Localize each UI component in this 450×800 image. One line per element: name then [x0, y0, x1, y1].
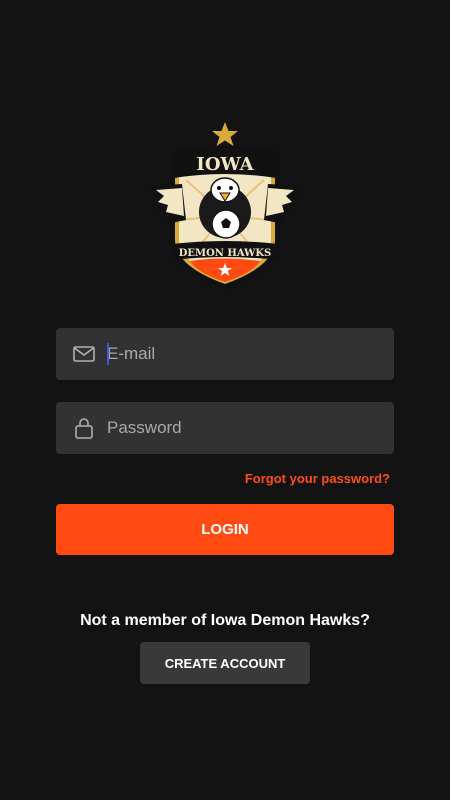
star-icon: [212, 122, 238, 146]
logo-bottom-text: DEMON HAWKS: [179, 248, 272, 259]
password-input[interactable]: [107, 402, 377, 454]
password-field-container: [56, 402, 394, 454]
login-button[interactable]: LOGIN: [56, 504, 394, 555]
forgot-password-link[interactable]: Forgot your password?: [245, 471, 390, 486]
text-caret: [107, 343, 109, 365]
team-logo: IOWA DEMON HAWKS: [148, 122, 302, 290]
email-input[interactable]: [107, 328, 377, 380]
lock-icon: [75, 418, 93, 439]
signup-prompt: Not a member of Iowa Demon Hawks?: [80, 612, 370, 629]
create-account-button[interactable]: CREATE ACCOUNT: [140, 642, 310, 684]
logo-top-text: IOWA: [196, 154, 254, 175]
mail-icon: [73, 346, 95, 362]
